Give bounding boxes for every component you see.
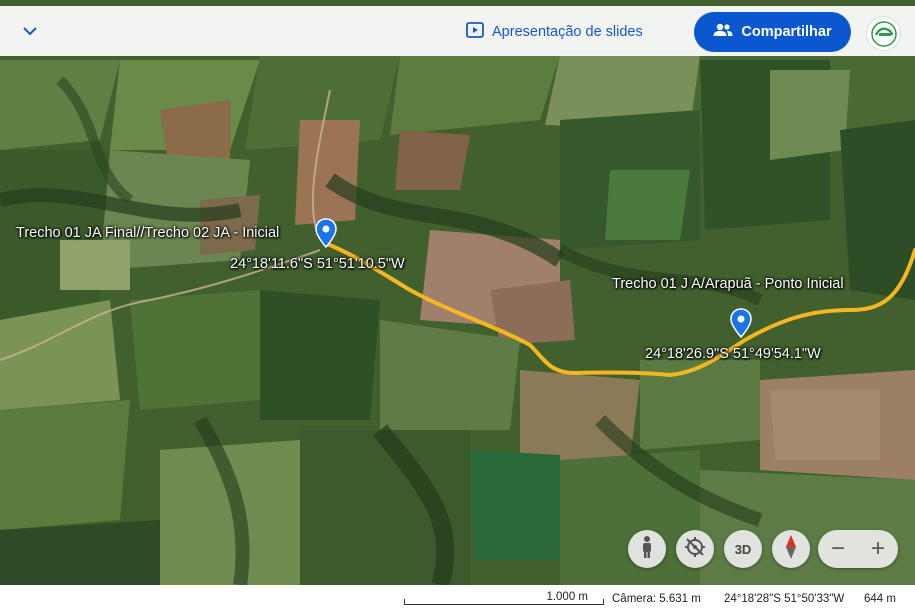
orbit-off-icon <box>684 536 706 563</box>
zoom-control: − + <box>818 530 898 568</box>
avatar[interactable] <box>866 16 901 51</box>
marker-coords-1: 24°18'11.6"S 51°51'10.5"W <box>230 256 405 272</box>
zoom-in-button[interactable]: + <box>858 530 898 568</box>
cursor-coordinates: 24°18'28"S 51°50'33"W <box>724 593 845 605</box>
slideshow-label: Apresentação de slides <box>492 24 643 40</box>
location-pin-icon[interactable] <box>730 308 752 339</box>
marker-title-2: Trecho 01 J A/Arapuã - Ponto Inicial <box>612 276 844 292</box>
expand-panel-button[interactable] <box>18 20 42 44</box>
chevron-down-icon <box>22 23 38 41</box>
satellite-map[interactable] <box>0 0 915 611</box>
slideshow-icon <box>466 22 492 42</box>
compass-button[interactable] <box>772 530 810 568</box>
share-button[interactable]: Compartilhar <box>694 12 851 52</box>
scale-label: 1.000 m <box>546 591 588 603</box>
toggle-3d-button[interactable]: 3D <box>724 530 762 568</box>
compass-icon <box>784 534 798 565</box>
street-view-button[interactable] <box>628 530 666 568</box>
location-pin-icon[interactable] <box>315 218 337 249</box>
marker-coords-2: 24°18'26.9"S 51°49'54.1"W <box>645 346 821 362</box>
people-icon <box>713 23 741 41</box>
terrain-elevation: 644 m <box>864 593 896 605</box>
zoom-out-button[interactable]: − <box>818 530 858 568</box>
account-logo-icon <box>870 20 897 47</box>
top-toolbar: Apresentação de slides Compartilhar <box>0 6 915 56</box>
orbit-button[interactable] <box>676 530 714 568</box>
status-bar: 1.000 m Câmera: 5.631 m 24°18'28"S 51°50… <box>0 585 915 611</box>
camera-altitude: Câmera: 5.631 m <box>612 593 701 605</box>
slideshow-button[interactable]: Apresentação de slides <box>466 20 643 44</box>
scale-bar: 1.000 m <box>404 591 604 605</box>
share-label: Compartilhar <box>741 24 832 40</box>
marker-title-1: Trecho 01 JA Final//Trecho 02 JA - Inici… <box>16 225 280 241</box>
pegman-icon <box>639 535 655 564</box>
